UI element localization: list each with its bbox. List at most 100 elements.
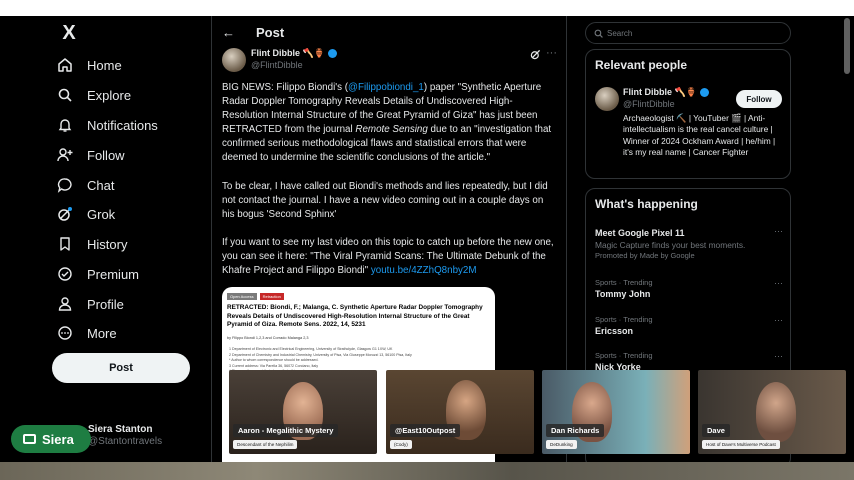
relevant-name: Flint Dibble 🪓🏺	[623, 87, 697, 97]
nav-more[interactable]: More	[56, 319, 117, 347]
check-badge-icon	[56, 265, 74, 283]
trend-context: Sports · Trending	[595, 278, 653, 287]
guest-video-tile: Aaron - Megalithic Mystery Descendant of…	[229, 370, 377, 454]
nav-home-label: Home	[87, 57, 122, 73]
bookmark-icon	[56, 235, 74, 253]
post-paragraph-3: If you want to see my last video on this…	[222, 236, 558, 278]
account-name: Siera Stanton	[88, 424, 153, 435]
home-icon	[56, 56, 74, 74]
follow-button[interactable]: Follow	[736, 90, 782, 108]
trend-context: Sports · Trending	[595, 351, 653, 360]
trend-title: Tommy John	[595, 289, 651, 299]
trend-item[interactable]: Sports · Trending Ericsson ···	[595, 315, 783, 336]
retraction-authors: by Filippo Biondi 1,2,3 and Corrado Mala…	[227, 336, 309, 340]
author-handle: @FlintDibble	[251, 60, 303, 70]
screen-share-icon	[23, 434, 36, 444]
p1-text-a: BIG NEWS: Filippo Biondi's (	[222, 82, 349, 93]
relevant-people-title: Relevant people	[595, 58, 688, 72]
trend-context: Sports · Trending	[595, 315, 653, 324]
nav-history-label: History	[87, 236, 128, 252]
post-header: ← Post	[212, 16, 566, 48]
grok-explain-icon[interactable]	[530, 49, 541, 63]
verified-badge-icon	[327, 49, 337, 58]
bell-icon	[56, 116, 74, 134]
host-name: Siera	[42, 431, 74, 447]
nav-more-label: More	[87, 325, 117, 341]
relevant-bio: Archaeologist ⛏️ | YouTuber 🎬 | Anti-int…	[623, 113, 776, 158]
author-avatar[interactable]	[222, 48, 246, 72]
search-icon	[56, 86, 74, 104]
person-icon	[56, 295, 74, 313]
nav-notifications[interactable]: Notifications	[56, 111, 158, 139]
nav-profile[interactable]: Profile	[56, 290, 124, 318]
journal-name: Remote Sensing	[355, 124, 428, 136]
browser-top-bar	[0, 0, 854, 16]
guest-name: @East10Outpost	[390, 424, 461, 437]
relevant-avatar[interactable]	[595, 87, 619, 111]
grok-icon	[56, 205, 74, 223]
guest-name: Dave	[702, 424, 730, 437]
guest-subtitle: Descendant of the Nephilim	[233, 440, 298, 449]
nav-premium[interactable]: Premium	[56, 260, 139, 288]
scrollbar-thumb[interactable]	[844, 18, 850, 74]
trend-subtitle: Magic Capture finds your best moments.	[595, 240, 746, 250]
host-name-badge: Siera	[11, 425, 91, 453]
nav-follow-label: Follow	[87, 147, 125, 163]
nav-premium-label: Premium	[87, 266, 140, 282]
relevant-handle: @FlintDibble	[623, 99, 675, 109]
post-paragraph-1: BIG NEWS: Filippo Biondi's (@Filippobion…	[222, 81, 558, 166]
nav-explore-label: Explore	[87, 87, 132, 103]
guest-subtitle: DeDunking	[546, 440, 577, 449]
nav-explore[interactable]: Explore	[56, 81, 131, 109]
author-name[interactable]: Flint Dibble 🪓🏺	[251, 48, 325, 59]
nav-follow[interactable]: Follow	[56, 141, 125, 169]
account-switcher[interactable]: Siera Stanton @Stantontravels	[88, 424, 162, 447]
search-icon	[594, 29, 603, 38]
nav-grok-label: Grok	[87, 206, 116, 222]
x-logo[interactable]: X	[58, 22, 80, 44]
stream-background-strip	[0, 462, 854, 480]
guest-name: Aaron - Megalithic Mystery	[233, 424, 339, 437]
search-input[interactable]	[607, 28, 777, 38]
trend-item[interactable]: Sports · Trending Nick Yorke ···	[595, 351, 783, 372]
relevant-name-row[interactable]: Flint Dibble 🪓🏺	[623, 87, 709, 98]
post-paragraph-2: To be clear, I have called out Biondi's …	[222, 180, 548, 220]
nav-history[interactable]: History	[56, 230, 127, 258]
trend-item[interactable]: Sports · Trending Tommy John ···	[595, 278, 783, 299]
nav-home[interactable]: Home	[56, 51, 122, 79]
trend-more-icon[interactable]: ···	[774, 315, 783, 325]
trend-more-icon[interactable]: ···	[774, 351, 783, 361]
trend-more-icon[interactable]: ···	[774, 226, 783, 236]
chat-icon	[56, 176, 74, 194]
nav-notifications-label: Notifications	[87, 117, 158, 133]
trend-title: Ericsson	[595, 326, 634, 336]
trend-promoted: Promoted by Made by Google	[595, 251, 695, 260]
page-title: Post	[256, 24, 285, 40]
trend-title: Meet Google Pixel 11	[595, 228, 685, 238]
guest-video-tile: Dan Richards DeDunking	[542, 370, 690, 454]
post-body: BIG NEWS: Filippo Biondi's (@Filippobion…	[222, 81, 558, 292]
nav-chat-label: Chat	[87, 177, 115, 193]
more-circle-icon	[56, 324, 74, 342]
post-more-icon[interactable]: ···	[546, 47, 557, 59]
post-button[interactable]: Post	[52, 353, 190, 383]
person-add-icon	[56, 146, 74, 164]
whats-happening-title: What's happening	[595, 197, 698, 211]
guest-video-tile: Dave Host of Dave's Multiverse Podcast	[698, 370, 846, 454]
trend-more-icon[interactable]: ···	[774, 278, 783, 288]
relevant-people-card: Relevant people Flint Dibble 🪓🏺 @FlintDi…	[585, 49, 791, 179]
nav-grok[interactable]: Grok	[56, 200, 115, 228]
guest-video-tile: @East10Outpost (Cody)	[386, 370, 534, 454]
search-box[interactable]	[585, 22, 791, 44]
guest-video	[756, 382, 796, 442]
back-arrow-icon[interactable]: ←	[222, 25, 238, 40]
retraction-title: RETRACTED: Biondi, F.; Malanga, C. Synth…	[227, 304, 483, 329]
trend-item[interactable]: Meet Google Pixel 11 Magic Capture finds…	[595, 226, 783, 260]
left-navigation: X Home Explore Notifications Follow Chat…	[48, 16, 248, 462]
nav-chat[interactable]: Chat	[56, 171, 114, 199]
youtube-link[interactable]: youtu.be/4ZZhQ8nby2M	[371, 265, 477, 276]
mention-link[interactable]: @Filippobiondi_1	[348, 82, 424, 93]
retraction-tag: Retraction	[259, 293, 284, 300]
open-access-tag: Open Access	[227, 293, 257, 300]
post-author[interactable]: Flint Dibble 🪓🏺 @FlintDibble	[222, 48, 337, 72]
